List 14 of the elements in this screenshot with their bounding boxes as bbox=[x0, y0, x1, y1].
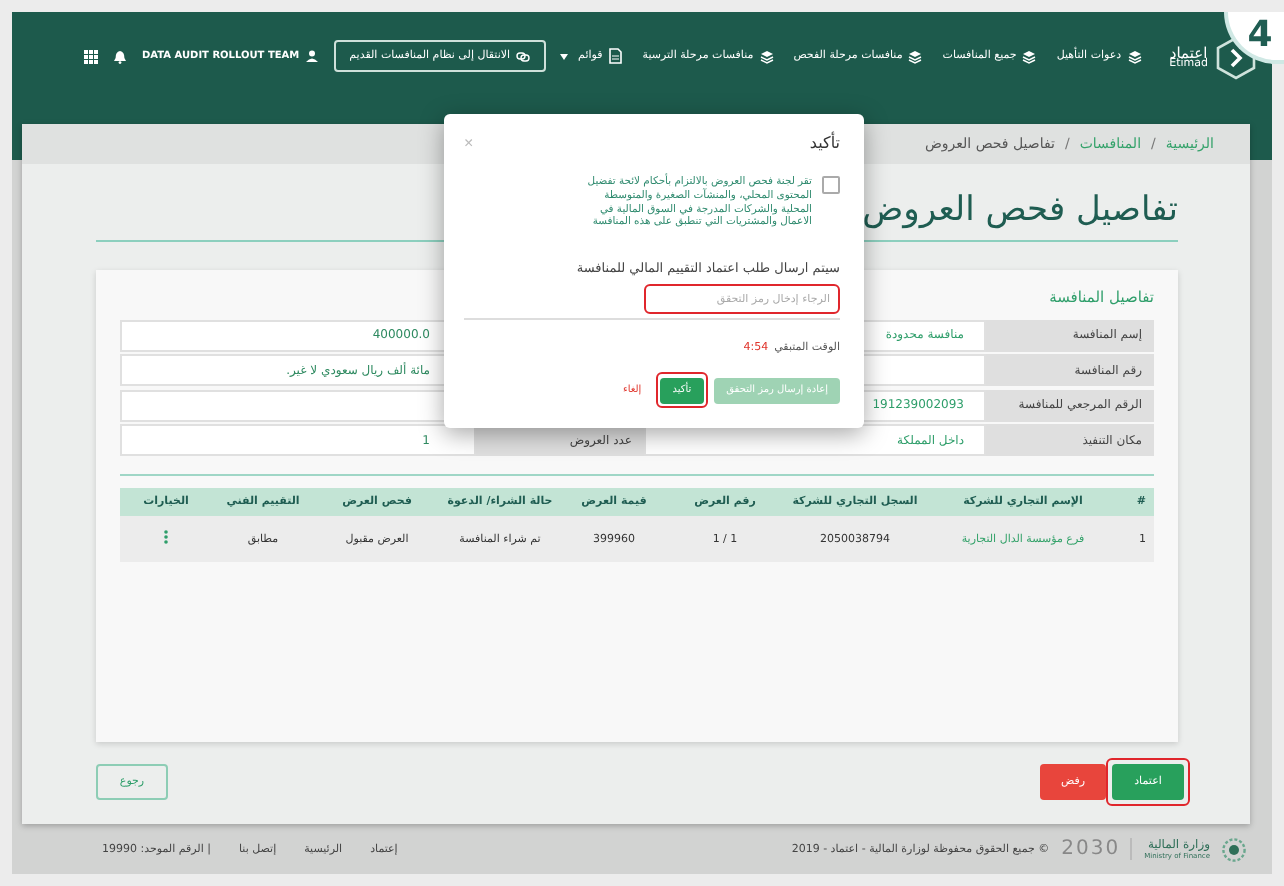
grid-icon bbox=[84, 49, 98, 63]
vision-logo: 2030 bbox=[1061, 838, 1133, 860]
emblem-icon bbox=[1222, 837, 1246, 861]
caret-icon bbox=[560, 53, 569, 59]
document-icon bbox=[608, 48, 623, 64]
checkbox[interactable] bbox=[822, 176, 840, 194]
user-icon bbox=[305, 50, 318, 62]
layers-icon bbox=[759, 49, 774, 63]
layers-icon bbox=[1127, 49, 1142, 63]
bell-icon bbox=[114, 49, 126, 63]
dialog-title: تأكيد bbox=[809, 134, 840, 152]
link-icon bbox=[516, 51, 531, 61]
layers-icon bbox=[1022, 49, 1037, 63]
layers-icon bbox=[908, 49, 923, 63]
